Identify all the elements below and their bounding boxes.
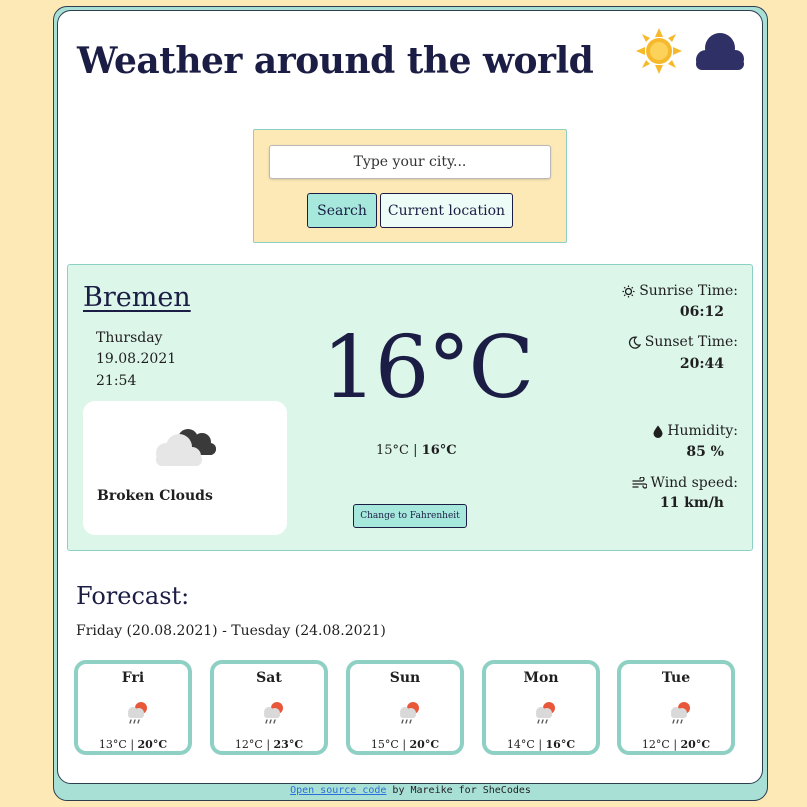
forecast-max: 20°C — [137, 738, 168, 751]
temp-separator: | — [409, 443, 422, 458]
forecast-max: 16°C — [545, 738, 576, 751]
temp-separator: | — [262, 738, 274, 751]
rain-cloud-icon — [124, 698, 152, 726]
sunset-value: 20:44 — [679, 356, 724, 372]
forecast-min: 13°C — [98, 738, 127, 751]
rain-cloud-icon — [532, 698, 560, 726]
date: 19.08.2021 — [96, 351, 177, 367]
forecast-temperature: 12°C | 20°C — [621, 738, 731, 751]
weekday: Thursday — [96, 330, 163, 346]
temp-separator: | — [534, 738, 546, 751]
forecast-day: Sun — [389, 670, 421, 686]
time: 21:54 — [96, 373, 137, 389]
forecast-day: Fri — [121, 670, 145, 686]
cloud-icon — [696, 33, 744, 70]
forecast-card: Sat 12°C | 23°C — [210, 660, 328, 755]
forecast-temperature: 15°C | 20°C — [350, 738, 460, 751]
change-to-fahrenheit-button[interactable]: Change to Fahrenheit — [353, 504, 467, 528]
droplet-icon — [653, 425, 663, 438]
forecast-day: Mon — [523, 670, 559, 686]
min-temp: 15°C — [376, 443, 409, 458]
sunset-label-text: Sunset Time: — [644, 334, 738, 350]
forecast-max: 23°C — [273, 738, 304, 751]
footer: Open source code by Mareike for SheCodes — [53, 785, 768, 796]
sunrise-value: 06:12 — [679, 304, 724, 320]
city-search-input[interactable] — [269, 145, 551, 179]
forecast-card: Fri 13°C | 20°C — [74, 660, 192, 755]
humidity-value: 85 % — [686, 444, 724, 460]
forecast-max: 20°C — [680, 738, 711, 751]
wind-label-text: Wind speed: — [650, 475, 738, 491]
forecast-card: Tue 12°C | 20°C — [617, 660, 735, 755]
sunrise-label: Sunrise Time: — [622, 283, 738, 299]
city-name[interactable]: Bremen — [83, 282, 191, 313]
forecast-title: Forecast: — [76, 582, 190, 610]
sunset-label: Sunset Time: — [628, 334, 738, 350]
forecast-temperature: 13°C | 20°C — [78, 738, 188, 751]
max-temp: 16°C — [421, 443, 457, 458]
forecast-temperature: 14°C | 16°C — [486, 738, 596, 751]
header-icons — [636, 28, 746, 78]
current-location-button[interactable]: Current location — [380, 193, 513, 228]
temp-separator: | — [669, 738, 681, 751]
temp-separator: | — [126, 738, 138, 751]
wind-value: 11 km/h — [659, 495, 724, 511]
forecast-max: 20°C — [409, 738, 440, 751]
forecast-day: Sat — [256, 670, 282, 686]
sun-icon — [636, 28, 682, 74]
sunrise-label-text: Sunrise Time: — [639, 283, 738, 299]
temperature-value: 16 — [322, 318, 429, 418]
rain-cloud-icon — [667, 698, 695, 726]
forecast-range: Friday (20.08.2021) - Tuesday (24.08.202… — [76, 623, 386, 639]
page-title: Weather around the world — [77, 40, 594, 82]
forecast-min: 14°C — [506, 738, 535, 751]
wind-icon — [631, 476, 647, 489]
search-button[interactable]: Search — [307, 193, 377, 228]
rain-cloud-icon — [260, 698, 288, 726]
rain-cloud-icon — [396, 698, 424, 726]
forecast-card: Mon 14°C | 16°C — [482, 660, 600, 755]
forecast-day: Tue — [661, 670, 691, 686]
current-temperature: 16°C — [322, 325, 534, 411]
min-max-temperature: 15°C | 16°C — [376, 443, 457, 458]
forecast-card: Sun 15°C | 20°C — [346, 660, 464, 755]
wind-label: Wind speed: — [631, 475, 738, 491]
temp-separator: | — [398, 738, 410, 751]
forecast-min: 15°C — [370, 738, 399, 751]
forecast-temperature: 12°C | 23°C — [214, 738, 324, 751]
footer-credit: by Mareike for SheCodes — [386, 785, 531, 796]
sunrise-icon — [622, 285, 635, 297]
moon-icon — [628, 336, 641, 349]
condition-text: Broken Clouds — [97, 488, 213, 504]
forecast-min: 12°C — [234, 738, 263, 751]
humidity-label-text: Humidity: — [667, 423, 738, 439]
broken-clouds-icon — [152, 425, 218, 469]
forecast-min: 12°C — [641, 738, 670, 751]
temperature-unit: °C — [427, 318, 534, 418]
humidity-label: Humidity: — [653, 423, 738, 439]
open-source-link[interactable]: Open source code — [290, 785, 386, 796]
